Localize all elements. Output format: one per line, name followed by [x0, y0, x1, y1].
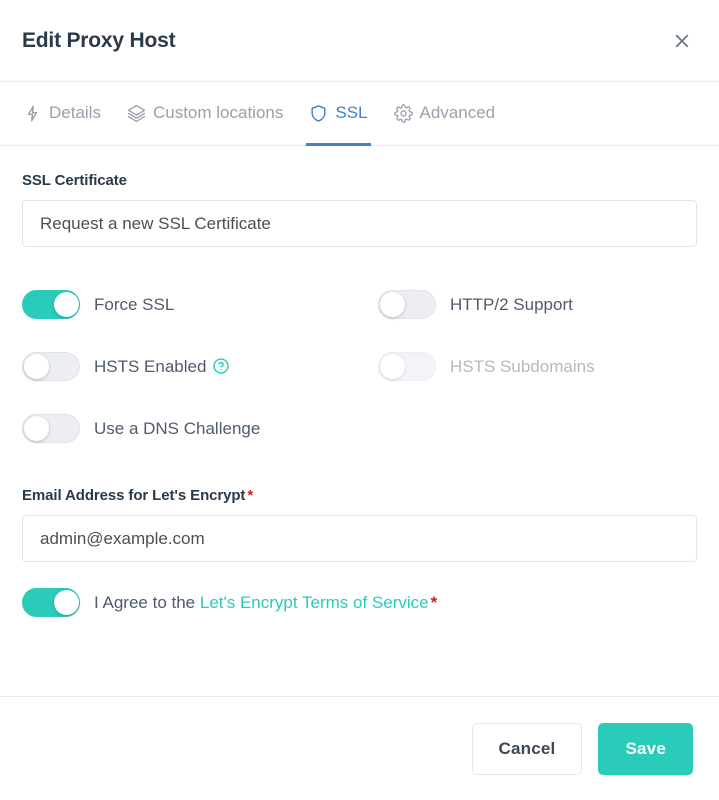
- tab-bar: Details Custom locations SSL Advanced: [0, 82, 719, 146]
- http2-support-label: HTTP/2 Support: [450, 294, 573, 314]
- terms-agreement-toggle[interactable]: [22, 588, 80, 617]
- edit-proxy-host-modal: Edit Proxy Host Details Custom locations…: [0, 0, 719, 800]
- hsts-enabled-row: HSTS Enabled: [22, 335, 378, 397]
- hsts-subdomains-row: HSTS Subdomains: [378, 335, 697, 397]
- required-asterisk: *: [247, 487, 254, 504]
- dns-challenge-toggle[interactable]: [22, 413, 80, 443]
- toggle-knob: [380, 291, 405, 317]
- tab-ssl[interactable]: SSL: [296, 82, 380, 146]
- terms-agreement-row: I Agree to the Let's Encrypt Terms of Se…: [22, 588, 697, 617]
- toggle-knob: [54, 590, 79, 615]
- force-ssl-label: Force SSL: [94, 294, 175, 314]
- tab-details-label: Details: [49, 103, 101, 122]
- modal-footer: Cancel Save: [0, 696, 719, 800]
- dns-challenge-row: Use a DNS Challenge: [22, 397, 378, 459]
- bolt-icon: [23, 104, 42, 123]
- hsts-enabled-label-wrap: HSTS Enabled: [94, 357, 230, 375]
- letsencrypt-email-field: Email Address for Let's Encrypt *: [22, 487, 697, 562]
- letsencrypt-email-label: Email Address for Let's Encrypt *: [22, 487, 697, 504]
- grid-spacer: [378, 397, 697, 459]
- ssl-certificate-select[interactable]: [22, 200, 697, 247]
- ssl-options-grid: Force SSL HTTP/2 Support HSTS Enabled HS…: [22, 273, 697, 459]
- letsencrypt-email-label-text: Email Address for Let's Encrypt: [22, 487, 246, 504]
- tab-custom-locations[interactable]: Custom locations: [114, 82, 296, 145]
- tab-details[interactable]: Details: [20, 82, 114, 145]
- toggle-knob: [24, 353, 49, 379]
- force-ssl-toggle[interactable]: [22, 289, 80, 319]
- toggle-knob: [380, 353, 405, 379]
- dns-challenge-label: Use a DNS Challenge: [94, 418, 261, 438]
- letsencrypt-email-input[interactable]: [22, 515, 697, 562]
- toggle-knob: [54, 291, 79, 317]
- hsts-subdomains-label: HSTS Subdomains: [450, 356, 595, 376]
- required-asterisk: *: [430, 593, 438, 612]
- toggle-knob: [24, 415, 49, 441]
- ssl-certificate-label: SSL Certificate: [22, 172, 127, 189]
- http2-support-row: HTTP/2 Support: [378, 273, 697, 335]
- modal-body: SSL Certificate Force SSL HTTP/2 Support: [0, 146, 719, 696]
- page-title: Edit Proxy Host: [22, 29, 176, 52]
- modal-header: Edit Proxy Host: [0, 0, 719, 82]
- shield-icon: [309, 104, 328, 123]
- tab-ssl-label: SSL: [335, 103, 368, 122]
- tab-advanced[interactable]: Advanced: [381, 82, 509, 145]
- http2-support-toggle[interactable]: [378, 289, 436, 319]
- terms-agreement-text: I Agree to the Let's Encrypt Terms of Se…: [94, 594, 437, 611]
- cancel-button[interactable]: Cancel: [471, 722, 583, 775]
- terms-agreement-prefix: I Agree to the: [94, 593, 200, 612]
- hsts-enabled-label: HSTS Enabled: [94, 356, 207, 376]
- tab-custom-locations-label: Custom locations: [152, 103, 284, 122]
- close-icon: [673, 32, 691, 50]
- hsts-subdomains-toggle[interactable]: [378, 351, 436, 381]
- ssl-certificate-field: SSL Certificate: [22, 172, 697, 247]
- gear-icon: [393, 104, 413, 123]
- close-button[interactable]: [665, 24, 699, 58]
- tab-advanced-label: Advanced: [419, 103, 496, 122]
- save-button[interactable]: Save: [598, 722, 693, 775]
- layers-icon: [127, 104, 146, 123]
- letsencrypt-terms-link[interactable]: Let's Encrypt Terms of Service: [200, 593, 429, 612]
- hsts-enabled-toggle[interactable]: [22, 351, 80, 381]
- force-ssl-row: Force SSL: [22, 273, 378, 335]
- question-circle-icon[interactable]: [212, 357, 230, 375]
